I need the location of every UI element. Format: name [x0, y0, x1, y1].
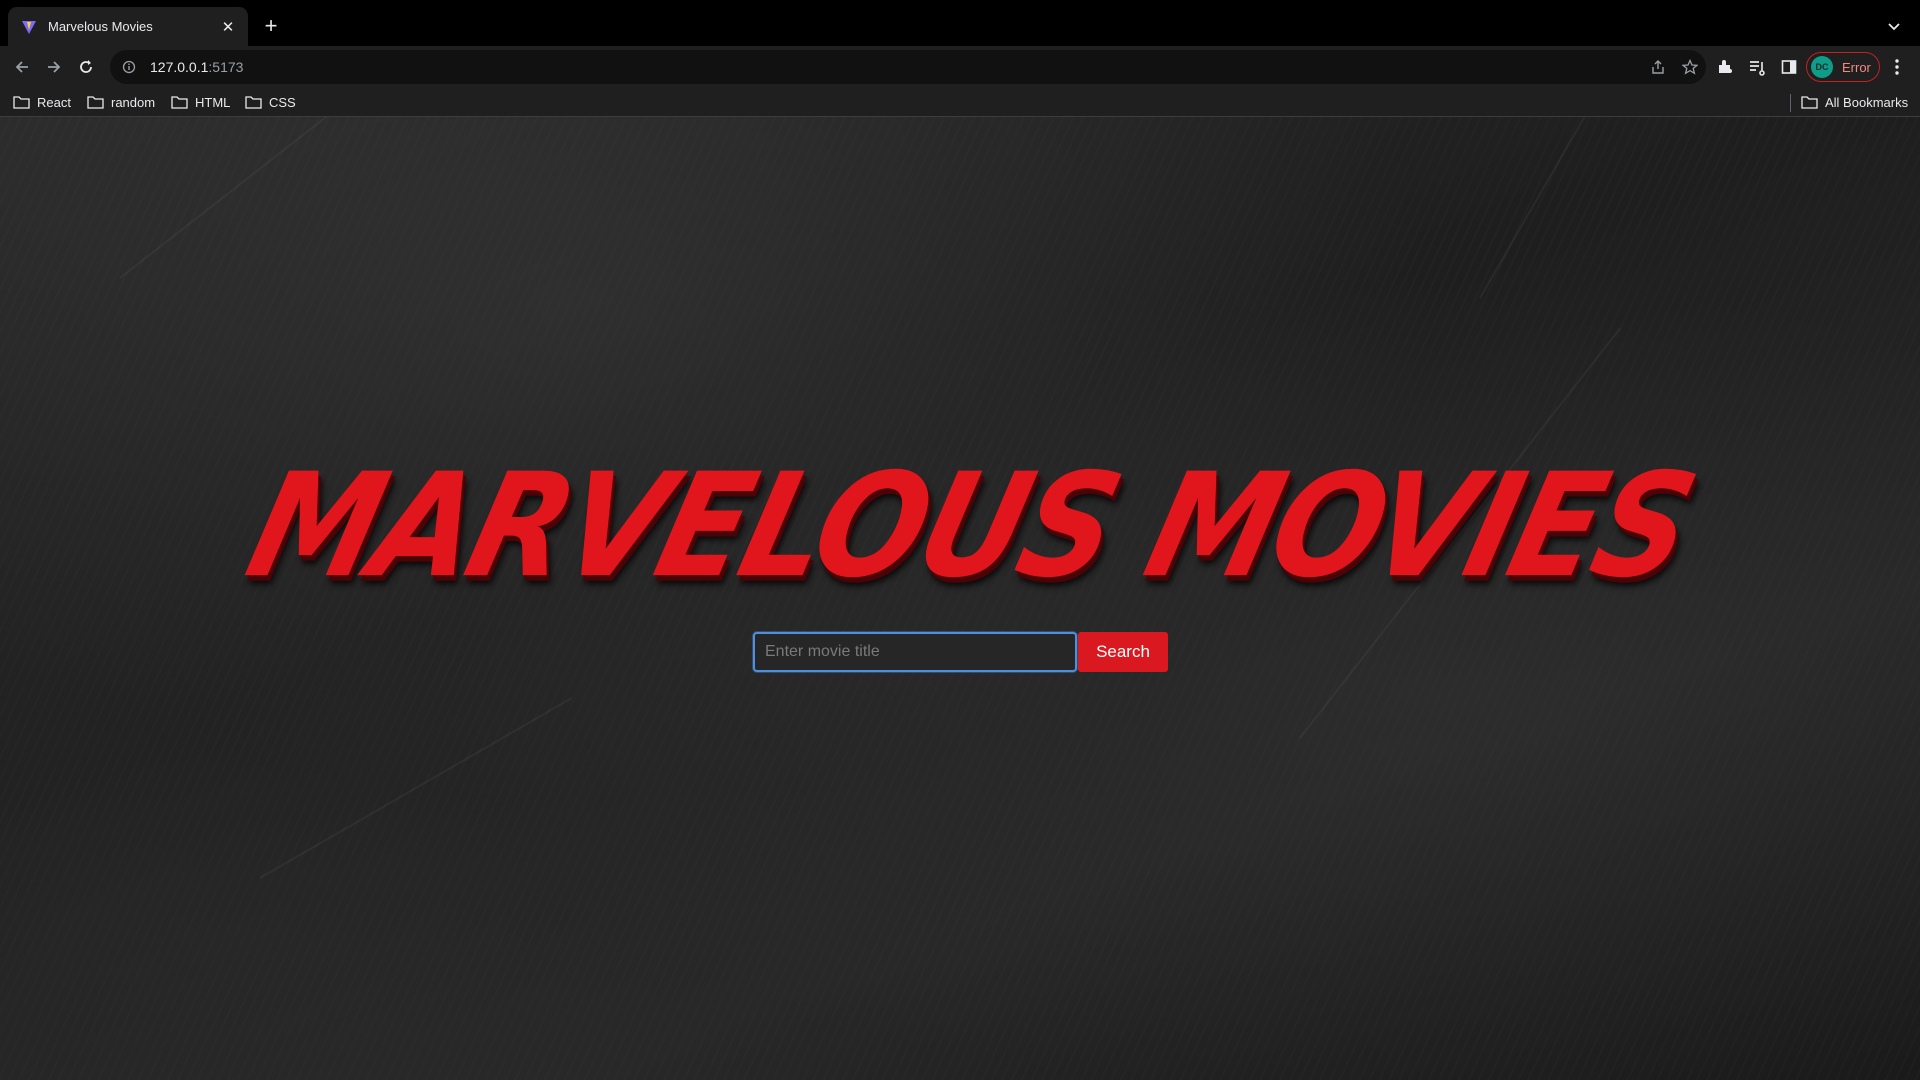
avatar: DC — [1811, 56, 1833, 78]
reading-list-icon[interactable] — [1746, 56, 1768, 78]
folder-icon — [13, 95, 30, 109]
address-bar[interactable]: 127.0.0.1:5173 — [110, 50, 1706, 84]
bookmark-folder-react[interactable]: React — [13, 88, 71, 116]
page-background: MARVELOUS MOVIES Search — [0, 117, 1920, 1080]
browser-toolbar: 127.0.0.1:5173 DC Error — [0, 46, 1920, 88]
bookmark-star-icon[interactable] — [1680, 57, 1700, 77]
texture-scratch — [259, 697, 573, 879]
tab-title: Marvelous Movies — [48, 19, 153, 34]
site-logo: MARVELOUS MOVIES — [233, 443, 1707, 610]
url-port: :5173 — [208, 59, 244, 75]
site-info-icon[interactable] — [120, 58, 138, 76]
tab-close-icon[interactable]: ✕ — [218, 17, 238, 37]
share-icon[interactable] — [1648, 57, 1668, 77]
search-button[interactable]: Search — [1078, 632, 1168, 672]
texture-scratch — [1479, 117, 1631, 299]
bookmark-label: CSS — [269, 94, 296, 110]
vite-favicon-icon — [20, 18, 38, 36]
extensions-icon[interactable] — [1714, 56, 1736, 78]
bookmark-folder-css[interactable]: CSS — [245, 88, 296, 116]
reload-icon[interactable] — [74, 55, 98, 79]
bookmark-folder-html[interactable]: HTML — [171, 88, 230, 116]
bookmarks-bar: React random HTML CSS All Bookmarks — [0, 88, 1920, 117]
bookmarks-divider — [1790, 94, 1791, 112]
back-icon[interactable] — [10, 55, 34, 79]
kebab-menu-icon[interactable] — [1886, 56, 1908, 78]
texture-scratch — [119, 117, 452, 279]
all-bookmarks-button[interactable]: All Bookmarks — [1801, 88, 1908, 116]
profile-button[interactable]: DC Error — [1806, 52, 1880, 82]
tab-search-chevron-icon[interactable] — [1882, 14, 1906, 38]
side-panel-icon[interactable] — [1778, 56, 1800, 78]
search-input[interactable] — [753, 632, 1077, 672]
search-form: Search — [753, 632, 1168, 672]
bookmark-label: HTML — [195, 94, 231, 110]
bookmark-label: React — [37, 94, 71, 110]
profile-error-label: Error — [1842, 59, 1871, 75]
tab-strip: Marvelous Movies ✕ + — [0, 0, 1920, 46]
folder-icon — [1801, 95, 1818, 109]
forward-icon[interactable] — [42, 55, 66, 79]
bookmark-label: random — [111, 94, 156, 110]
bookmark-folder-random[interactable]: random — [87, 88, 155, 116]
new-tab-button[interactable]: + — [258, 13, 284, 39]
url-host: 127.0.0.1 — [150, 59, 209, 75]
tab-active[interactable]: Marvelous Movies ✕ — [8, 7, 248, 46]
logo-text: MARVELOUS MOVIES — [233, 443, 1707, 610]
folder-icon — [87, 95, 104, 109]
folder-icon — [245, 95, 262, 109]
folder-icon — [171, 95, 188, 109]
all-bookmarks-label: All Bookmarks — [1825, 94, 1909, 110]
